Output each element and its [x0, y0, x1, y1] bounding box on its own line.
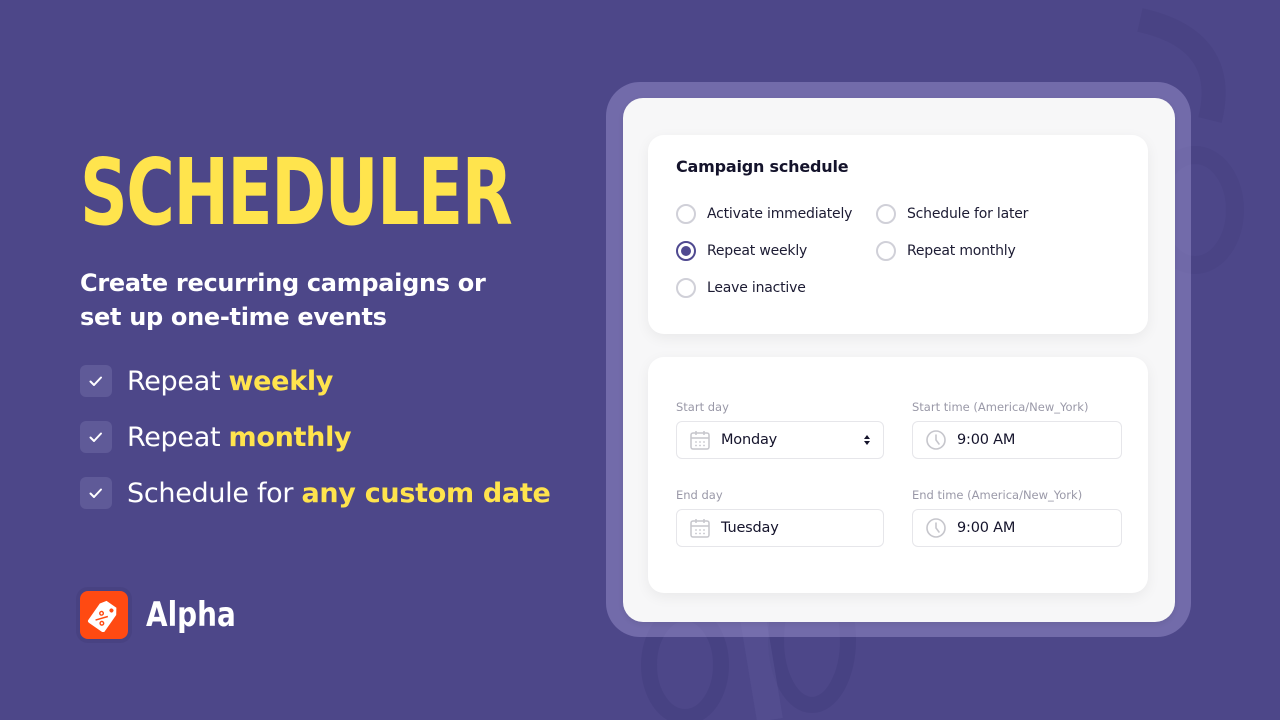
end-day-value: Tuesday — [721, 520, 779, 536]
hero-subtitle: Create recurring campaigns or set up one… — [80, 269, 486, 331]
scheduler-window: Campaign schedule Activate immediately S… — [623, 98, 1175, 622]
radio-button[interactable] — [876, 204, 896, 224]
end-time-input[interactable]: 9:00 AM — [912, 509, 1122, 547]
radio-schedule-for-later[interactable]: Schedule for later — [876, 203, 1028, 225]
calendar-icon — [689, 429, 711, 451]
card-title: Campaign schedule — [676, 157, 849, 176]
start-day-value: Monday — [721, 432, 778, 448]
check-icon — [80, 365, 112, 397]
radio-repeat-weekly[interactable]: Repeat weekly — [676, 240, 807, 262]
check-icon — [80, 477, 112, 509]
feature-item: Schedule for any custom date — [80, 477, 551, 509]
feature-prefix: Schedule for — [127, 477, 302, 509]
radio-label: Schedule for later — [907, 206, 1029, 222]
radio-label: Leave inactive — [707, 280, 806, 296]
radio-repeat-monthly[interactable]: Repeat monthly — [876, 240, 1016, 262]
hero-title: SCHEDULER — [80, 139, 513, 246]
feature-highlight: any custom date — [301, 477, 551, 509]
radio-label: Repeat weekly — [707, 243, 808, 259]
calendar-icon — [689, 517, 711, 539]
radio-label: Repeat monthly — [907, 243, 1016, 259]
feature-text: Repeat monthly — [127, 421, 352, 453]
end-time-label: End time (America/New_York) — [912, 488, 1083, 502]
radio-button[interactable] — [676, 278, 696, 298]
feature-highlight: weekly — [228, 365, 334, 397]
clock-icon — [925, 517, 947, 539]
select-arrows-icon[interactable] — [863, 434, 871, 446]
start-day-select[interactable]: Monday — [676, 421, 884, 459]
feature-highlight: monthly — [228, 421, 352, 453]
feature-list: Repeat weekly Repeat monthly Schedule fo… — [80, 365, 551, 533]
feature-item: Repeat monthly — [80, 421, 550, 453]
feature-item: Repeat weekly — [80, 365, 550, 397]
end-day-label: End day — [676, 488, 723, 502]
campaign-schedule-card: Campaign schedule Activate immediately S… — [648, 135, 1148, 334]
start-time-input[interactable]: 9:00 AM — [912, 421, 1122, 459]
radio-activate-immediately[interactable]: Activate immediately — [676, 203, 852, 225]
radio-button[interactable] — [876, 241, 896, 261]
start-time-label: Start time (America/New_York) — [912, 400, 1089, 414]
radio-button-selected[interactable] — [676, 241, 696, 261]
feature-text: Repeat weekly — [127, 366, 333, 397]
feature-prefix: Repeat — [127, 365, 229, 397]
radio-button[interactable] — [676, 204, 696, 224]
timing-card: Start day Monday Start time (America/New… — [648, 357, 1148, 593]
radio-label: Activate immediately — [707, 206, 853, 222]
brand-name: Alpha — [146, 595, 236, 635]
price-tag-percent-icon — [80, 591, 128, 639]
clock-icon — [925, 429, 947, 451]
feature-prefix: Repeat — [127, 421, 229, 453]
radio-leave-inactive[interactable]: Leave inactive — [676, 277, 806, 299]
start-day-label: Start day — [676, 400, 729, 414]
check-icon — [80, 421, 112, 453]
end-day-select[interactable]: Tuesday — [676, 509, 884, 547]
brand: Alpha — [80, 591, 255, 639]
start-time-value: 9:00 AM — [957, 432, 1016, 448]
feature-text: Schedule for any custom date — [127, 477, 551, 509]
end-time-value: 9:00 AM — [957, 520, 1016, 536]
